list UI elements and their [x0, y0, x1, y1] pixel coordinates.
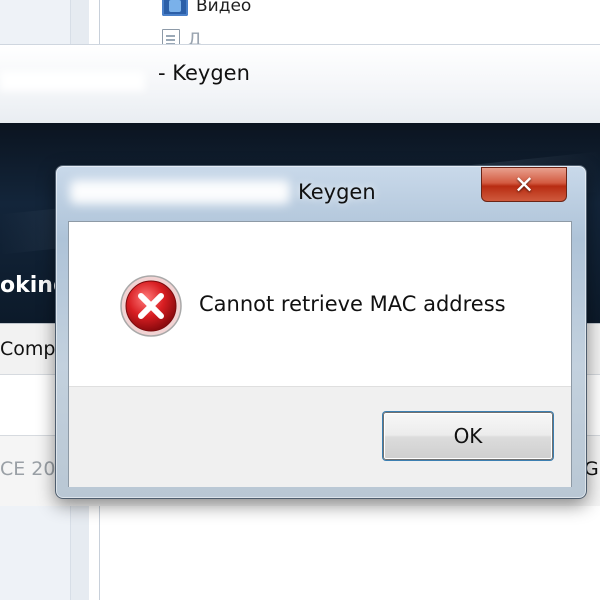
- redacted-title-area: [0, 71, 145, 91]
- keygen-window-title: - Keygen: [158, 61, 250, 85]
- explorer-item-video[interactable]: Видео: [162, 0, 251, 16]
- redacted-dialog-title-area: [70, 180, 290, 204]
- error-message: Cannot retrieve MAC address: [199, 292, 506, 316]
- dialog-body: Cannot retrieve MAC address OK: [68, 221, 572, 487]
- error-icon: [120, 275, 182, 337]
- error-dialog: Keygen ✕ Cannot retrieve MAC address OK: [55, 165, 587, 499]
- dialog-title: Keygen: [298, 180, 376, 204]
- dialog-button-area: OK: [69, 386, 571, 487]
- ok-button[interactable]: OK: [383, 412, 553, 460]
- keygen-titlebar[interactable]: - Keygen: [0, 45, 600, 123]
- explorer-item-label: Видео: [196, 0, 252, 16]
- close-button[interactable]: ✕: [481, 167, 567, 202]
- close-icon: ✕: [513, 170, 535, 199]
- film-icon: [162, 0, 188, 16]
